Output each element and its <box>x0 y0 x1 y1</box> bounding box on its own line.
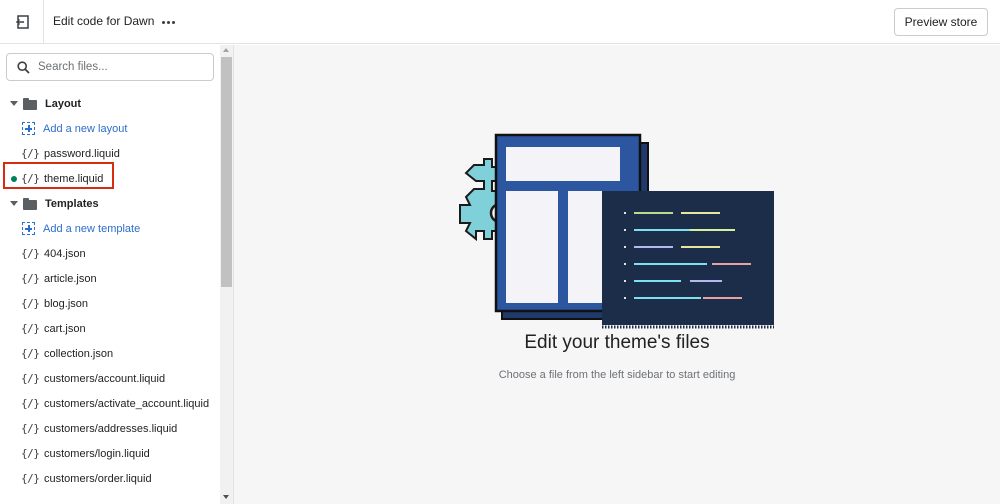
folder-label: Layout <box>45 97 82 110</box>
code-line <box>712 263 751 265</box>
file-name: customers/addresses.liquid <box>44 422 178 435</box>
code-file-icon: {/} <box>21 247 40 260</box>
add-file-icon <box>22 222 35 235</box>
exit-button[interactable] <box>0 0 44 44</box>
code-file-icon: {/} <box>21 397 40 410</box>
file-item[interactable]: {/} 404.json <box>0 241 220 266</box>
code-bullet <box>624 212 626 214</box>
page-title: Edit code for Dawn <box>53 14 155 28</box>
sidebar-scrollbar[interactable] <box>220 45 233 504</box>
search-icon <box>17 60 30 74</box>
file-name: customers/account.liquid <box>44 372 166 385</box>
code-file-icon: {/} <box>21 322 40 335</box>
scroll-up-arrow-icon[interactable] <box>223 48 229 52</box>
preview-store-button[interactable]: Preview store <box>894 8 988 36</box>
more-actions-button[interactable] <box>158 12 178 32</box>
caret-down-icon <box>10 201 18 206</box>
top-bar: Edit code for Dawn Preview store <box>0 0 1000 44</box>
folder-templates[interactable]: Templates <box>0 191 220 216</box>
file-item[interactable]: {/} blog.json <box>0 291 220 316</box>
file-item[interactable]: {/} customers/activate_account.liquid <box>0 391 220 416</box>
code-file-icon: {/} <box>21 272 40 285</box>
file-name: article.json <box>44 272 97 285</box>
code-file-icon: {/} <box>21 447 40 460</box>
file-item[interactable]: {/} customers/addresses.liquid <box>0 416 220 441</box>
empty-state-subtitle: Choose a file from the left sidebar to s… <box>498 369 736 381</box>
file-name: cart.json <box>44 322 86 335</box>
search-field[interactable] <box>6 53 214 81</box>
file-sidebar: Layout Add a new layout {/} password.liq… <box>0 45 234 504</box>
folder-icon <box>23 197 37 210</box>
folder-label: Templates <box>45 197 99 210</box>
code-line <box>690 280 722 282</box>
code-line <box>634 246 673 248</box>
code-line <box>703 297 742 299</box>
highlight-box <box>3 162 114 189</box>
folder-layout[interactable]: Layout <box>0 91 220 116</box>
add-label: Add a new template <box>43 222 141 235</box>
ellipsis-icon <box>161 20 165 24</box>
code-file-icon: {/} <box>21 347 40 360</box>
exit-arrow-icon <box>14 15 29 29</box>
code-line <box>634 297 701 299</box>
ellipsis-dot <box>171 20 175 24</box>
scrollbar-thumb[interactable] <box>221 57 232 287</box>
file-item[interactable]: {/} customers/account.liquid <box>0 366 220 391</box>
folder-icon <box>23 97 37 110</box>
code-bullet <box>624 246 626 248</box>
code-line <box>634 212 673 214</box>
file-item[interactable]: {/} cart.json <box>0 316 220 341</box>
add-label: Add a new layout <box>43 122 128 135</box>
file-tree: Layout Add a new layout {/} password.liq… <box>0 91 220 491</box>
add-template-link[interactable]: Add a new template <box>0 216 220 241</box>
empty-state-title: Edit your theme's files <box>524 332 710 353</box>
file-name: customers/activate_account.liquid <box>44 397 210 410</box>
code-bullet <box>624 280 626 282</box>
code-bullet <box>624 263 626 265</box>
caret-down-icon <box>10 101 18 106</box>
code-panel-shape <box>602 191 774 325</box>
file-name: customers/login.liquid <box>44 447 150 460</box>
code-line <box>681 212 720 214</box>
file-name: customers/order.liquid <box>44 472 152 485</box>
file-name: collection.json <box>44 347 114 360</box>
editor-empty-state: Edit your theme's files Choose a file fr… <box>234 45 1000 504</box>
code-bullet <box>624 297 626 299</box>
file-item-active[interactable]: {/} theme.liquid <box>0 162 220 191</box>
file-name: blog.json <box>44 297 89 310</box>
code-file-icon: {/} <box>21 297 40 310</box>
code-bullet <box>624 229 626 231</box>
ellipsis-dot <box>166 20 170 24</box>
active-dot-icon <box>11 176 17 182</box>
code-file-icon: {/} <box>21 422 40 435</box>
code-file-icon: {/} <box>21 147 40 160</box>
code-line <box>634 280 681 282</box>
scroll-down-arrow-icon[interactable] <box>223 495 229 499</box>
code-file-icon: {/} <box>21 472 40 485</box>
file-item[interactable]: {/} customers/order.liquid <box>0 466 220 491</box>
add-file-icon <box>22 122 35 135</box>
file-item[interactable]: {/} customers/login.liquid <box>0 441 220 466</box>
search-input[interactable] <box>38 61 198 73</box>
file-item[interactable]: {/} collection.json <box>0 341 220 366</box>
theme-code-illustration-icon <box>459 133 774 329</box>
code-line <box>690 229 735 231</box>
code-line <box>634 263 707 265</box>
file-name: 404.json <box>44 247 86 260</box>
file-name: password.liquid <box>44 147 120 160</box>
code-file-icon: {/} <box>21 372 40 385</box>
file-item[interactable]: {/} article.json <box>0 266 220 291</box>
code-line <box>681 246 720 248</box>
add-layout-link[interactable]: Add a new layout <box>0 116 220 141</box>
